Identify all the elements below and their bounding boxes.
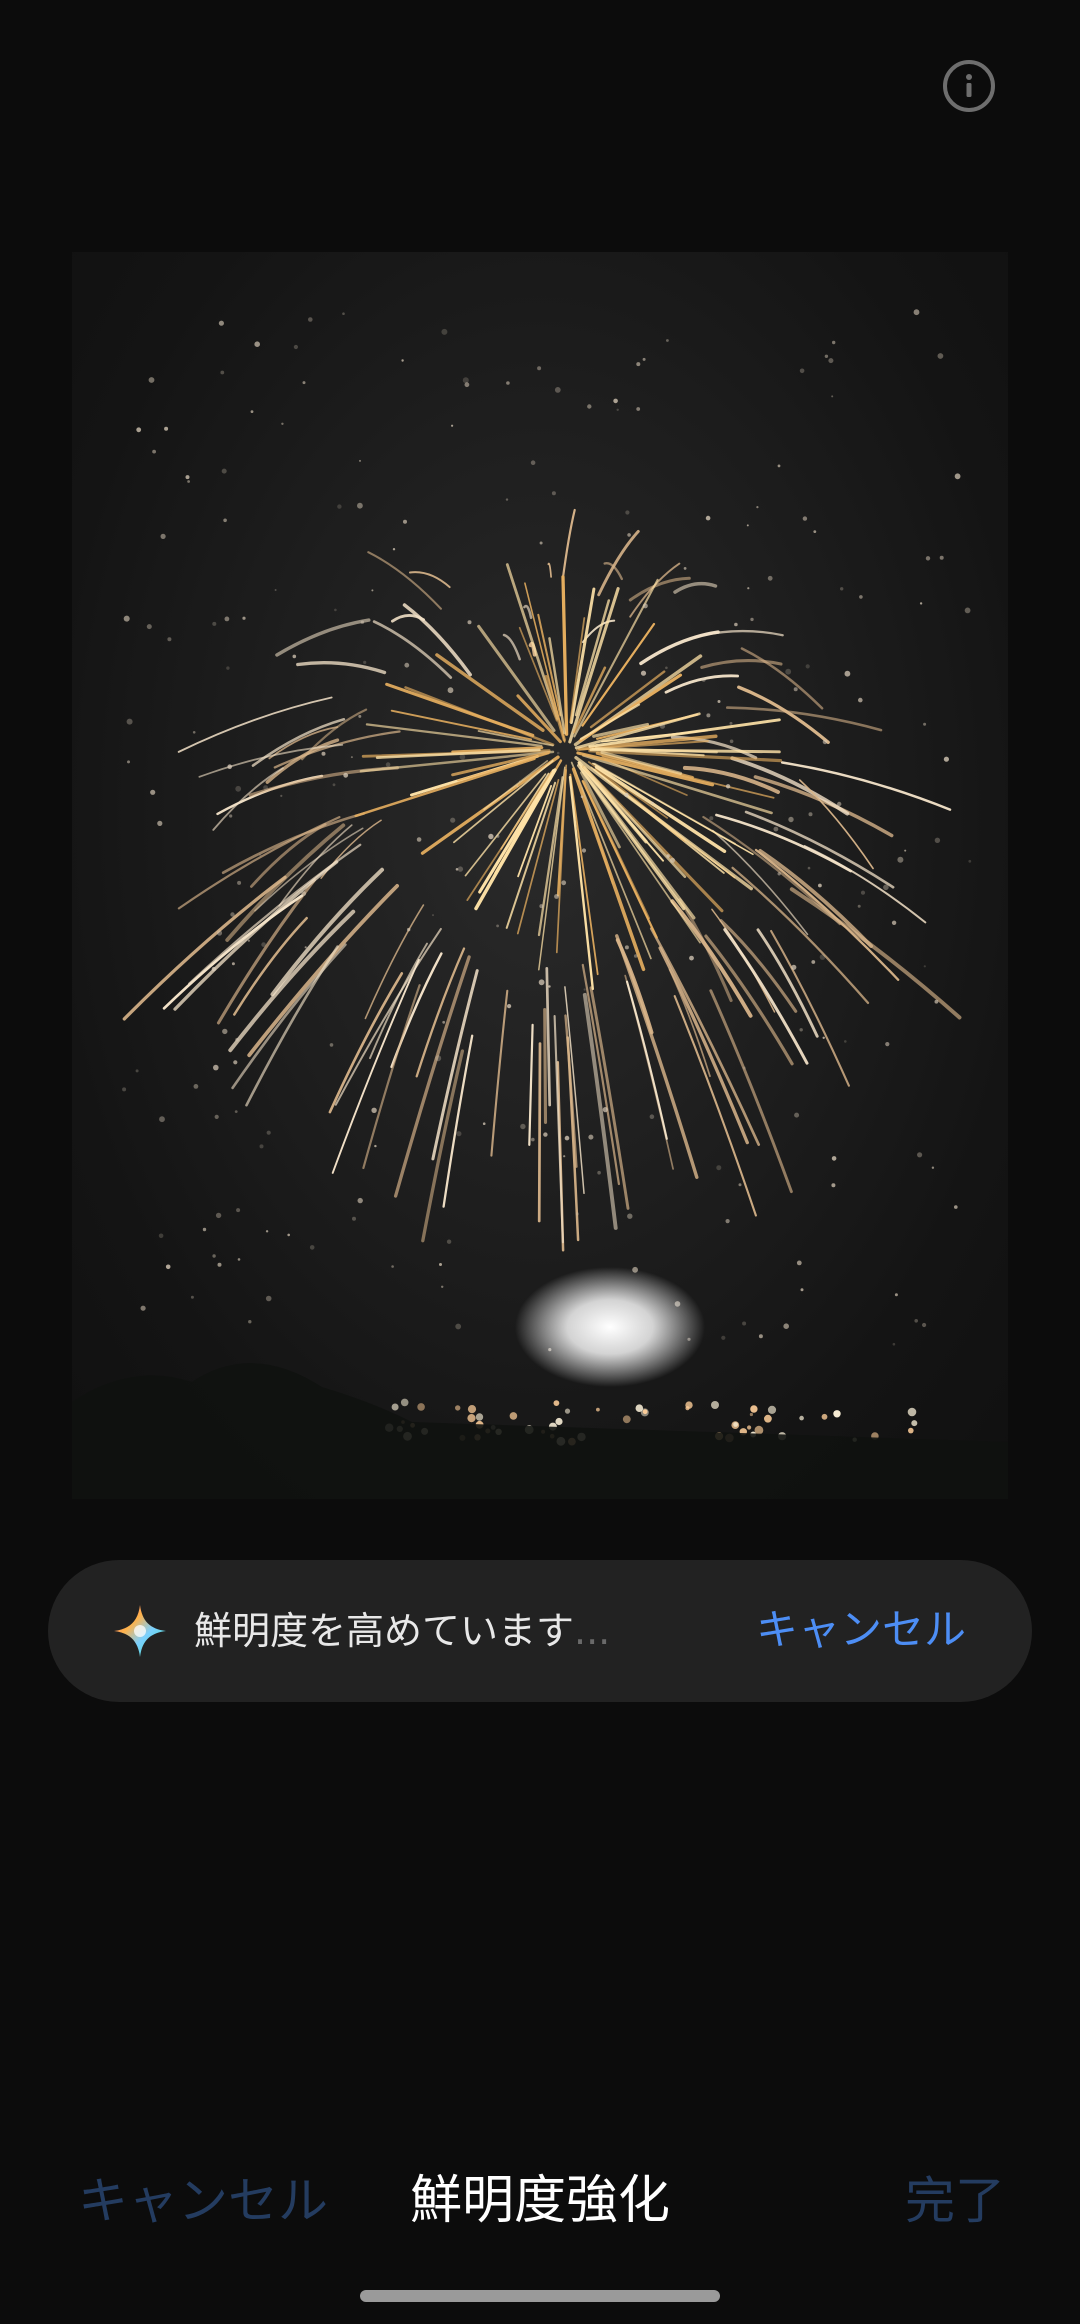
ai-sparkle-icon	[114, 1605, 166, 1657]
cancel-button[interactable]: キャンセル	[78, 2170, 328, 2232]
fireworks-image	[72, 309, 1008, 1499]
info-icon	[966, 74, 972, 97]
progress-dots: ...	[574, 1609, 611, 1653]
cancel-enhance-button[interactable]: キャンセル	[756, 1601, 966, 1659]
info-button[interactable]	[943, 60, 995, 112]
done-button[interactable]: 完了	[905, 2170, 1005, 2232]
progress-message: 鮮明度を高めています...	[194, 1609, 611, 1653]
photo-preview	[72, 252, 1008, 1499]
photo-editor-screen: 鮮明度を高めています... キャンセル 鮮明度強化 キャンセル 完了	[0, 0, 1080, 2324]
home-indicator[interactable]	[360, 2290, 720, 2302]
